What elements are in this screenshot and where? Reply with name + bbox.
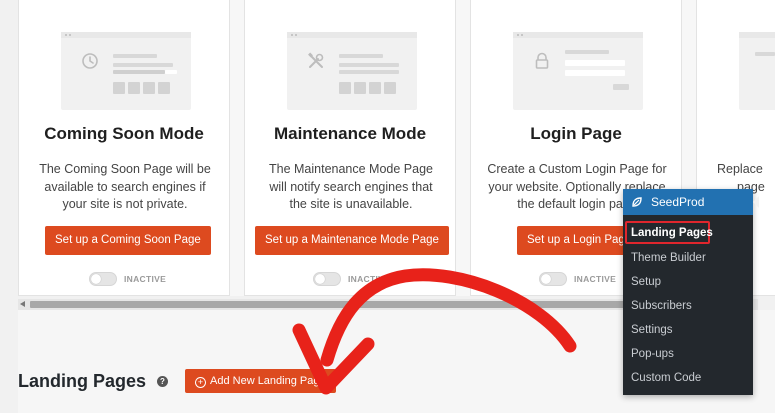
seedprod-dashboard: Coming Soon Mode The Coming Soon Page wi… <box>0 0 775 413</box>
red-arrow-annotation <box>292 268 577 395</box>
